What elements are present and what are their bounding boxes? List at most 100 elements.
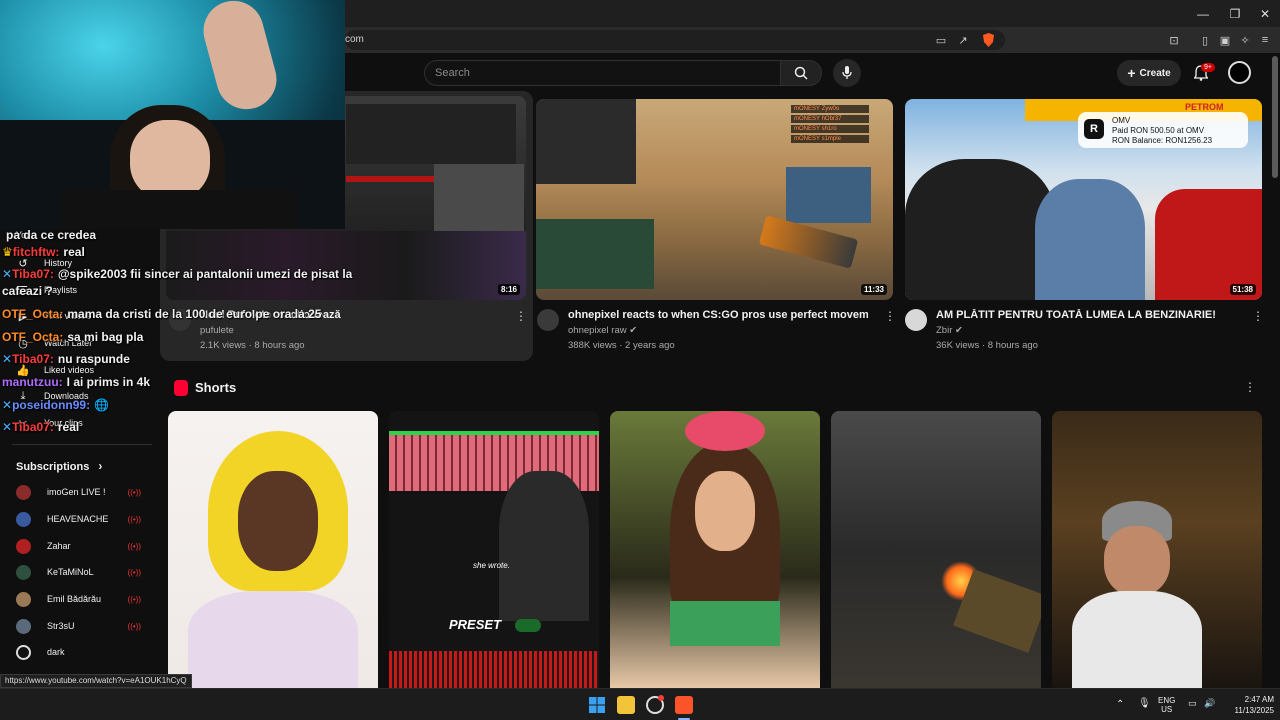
search-button[interactable] [780, 60, 822, 86]
subscription-item[interactable]: HEAVENACHE ((•)) [16, 509, 141, 529]
subscriptions-header[interactable]: Subscriptions › [16, 459, 102, 473]
thumb-station-sign: PETROM [1185, 102, 1224, 112]
mic-icon [842, 66, 852, 79]
windows-start-icon[interactable] [588, 696, 606, 714]
short-thumbnail[interactable] [831, 411, 1041, 688]
sidebar-item-downloads[interactable]: ⤓ Downloads [16, 389, 89, 403]
subscription-item[interactable]: imoGen LIVE ! ((•)) [16, 482, 141, 502]
sidebar-item-liked-videos[interactable]: 👍 Liked videos [16, 363, 94, 377]
sidebar-item-your-videos[interactable]: ▶ Your videos [16, 309, 91, 323]
volume-icon[interactable]: 🔊 [1204, 699, 1215, 708]
url-field[interactable]: com [345, 30, 1005, 50]
channel-avatar [16, 564, 31, 580]
video-duration: 11:33 [860, 284, 887, 295]
thumb-facecam-2 [536, 219, 654, 289]
channel-avatar [16, 511, 31, 527]
killfeed: mONESY Zyw0o mONESY hObr37 mONESY sh1ro … [791, 105, 869, 159]
avatar[interactable] [1228, 61, 1251, 84]
brave-shield-icon[interactable] [980, 32, 996, 48]
voice-search-button[interactable] [833, 59, 861, 87]
channel-avatar[interactable] [905, 309, 927, 331]
thumb-weapon [758, 215, 859, 269]
file-explorer-icon[interactable] [617, 696, 635, 714]
short-thumbnail[interactable]: she wrote. PRESET [389, 411, 599, 688]
subscription-item[interactable]: Emil Bădărău ((•)) [16, 589, 141, 609]
sidebar-item-playlists[interactable]: ☰ Playlists [16, 283, 77, 297]
clock[interactable]: 2:47 AM 11/13/2025 [1224, 694, 1274, 716]
mic-icon[interactable]: 🎙 [1138, 699, 1151, 709]
sidebar-divider [12, 444, 152, 445]
payment-notification: R OMV Paid RON 500.50 at OMV RON Balance… [1078, 112, 1248, 148]
chevron-up-icon[interactable]: ⌃ [1116, 700, 1124, 710]
more-options-icon[interactable]: ⋮ [1244, 380, 1256, 394]
subscription-item[interactable]: Zahar ((•)) [16, 536, 141, 556]
video-title[interactable]: ohnepixel reacts to when CS:GO pros use … [568, 309, 868, 321]
video-thumbnail[interactable]: PETROM R OMV Paid RON 500.50 at OMV RON … [905, 99, 1262, 300]
short-thumbnail[interactable] [168, 411, 378, 688]
brave-icon[interactable] [675, 696, 693, 714]
sidebar-toggle-icon[interactable]: ▯ [1197, 32, 1213, 48]
search-input[interactable]: Search [424, 60, 781, 86]
channel-avatar [16, 484, 31, 500]
live-icon: ((•)) [127, 567, 141, 577]
create-label: Create [1139, 67, 1171, 79]
webcam-overlay [0, 0, 345, 229]
notification-dot [658, 695, 664, 701]
menu-icon[interactable]: ≡ [1257, 32, 1273, 48]
video-duration: 8:16 [497, 284, 520, 295]
create-button[interactable]: + Create [1117, 60, 1181, 86]
shorts-icon [174, 380, 188, 396]
status-url: https://www.youtube.com/watch?v=eA1OUK1h… [0, 674, 192, 688]
close-icon[interactable]: ✕ [1248, 0, 1280, 27]
search-icon [794, 66, 808, 80]
video-meta: 2.1K views · 8 hours ago [200, 340, 305, 351]
channel-avatar [16, 618, 31, 634]
video-meta: 36K views · 8 hours ago [936, 340, 1038, 351]
video-channel[interactable]: Zbir ✔ [936, 325, 963, 336]
verified-icon: ✔ [629, 325, 638, 336]
thumb-grid [166, 231, 526, 300]
search-placeholder: Search [435, 67, 470, 79]
ai-icon[interactable]: ✧ [1237, 32, 1253, 48]
video-channel[interactable]: pufulete [200, 325, 234, 336]
subscription-item[interactable]: Str3sU ((•)) [16, 616, 141, 636]
plus-icon: + [1127, 65, 1136, 81]
video-thumbnail[interactable]: mONESY Zyw0o mONESY hObr37 mONESY sh1ro … [536, 99, 893, 300]
sidebar-item-history[interactable]: ↺ History [16, 256, 72, 270]
sidebar-item-you[interactable]: You [16, 230, 31, 240]
subscription-item[interactable]: KeTaMiNoL ((•)) [16, 562, 141, 582]
clock-icon: ◷ [18, 337, 28, 350]
restore-icon[interactable]: ❐ [1218, 0, 1252, 27]
channel-avatar[interactable] [169, 309, 191, 331]
live-icon: ((•)) [127, 621, 141, 631]
sidebar-item-your-clips[interactable]: ✂ Your clips [16, 416, 82, 430]
cast-icon[interactable]: ▭ [933, 32, 949, 48]
thumb-face [1104, 526, 1170, 596]
video-title[interactable]: AM PLĂTIT PENTRU TOATĂ LUMEA LA BENZINAR… [936, 309, 1236, 321]
sidebar-item-watch-later[interactable]: ◷ Watch Later [16, 336, 92, 350]
video-meta: 388K views · 2 years ago [568, 340, 675, 351]
webcam-person-face [130, 120, 210, 200]
url-text: com [345, 34, 364, 45]
short-thumbnail[interactable] [610, 411, 820, 688]
language-indicator[interactable]: ENG US [1158, 696, 1175, 714]
video-title[interactable]: Noul Pufulete reactionează [200, 309, 500, 321]
video-duration: 51:38 [1229, 284, 1256, 295]
short-thumbnail[interactable] [1052, 411, 1262, 688]
webcam-person-arm [196, 0, 284, 116]
revolut-icon: R [1084, 119, 1104, 139]
scrollbar-thumb[interactable] [1272, 56, 1278, 178]
leo-icon[interactable]: ⊡ [1166, 32, 1182, 48]
thumb-face [238, 471, 318, 571]
more-options-icon[interactable]: ⋮ [1252, 309, 1264, 323]
more-options-icon[interactable]: ⋮ [884, 309, 896, 323]
more-options-icon[interactable]: ⋮ [515, 309, 527, 323]
share-icon[interactable]: ↗ [955, 32, 971, 48]
minimize-icon[interactable]: — [1186, 0, 1220, 27]
video-channel[interactable]: ohnepixel raw ✔ [568, 325, 637, 336]
live-icon: ((•)) [127, 541, 141, 551]
wallet-icon[interactable]: ▣ [1217, 32, 1233, 48]
subscription-item[interactable]: dark [16, 642, 141, 662]
network-icon[interactable]: ▭ [1188, 699, 1197, 708]
channel-avatar[interactable] [537, 309, 559, 331]
